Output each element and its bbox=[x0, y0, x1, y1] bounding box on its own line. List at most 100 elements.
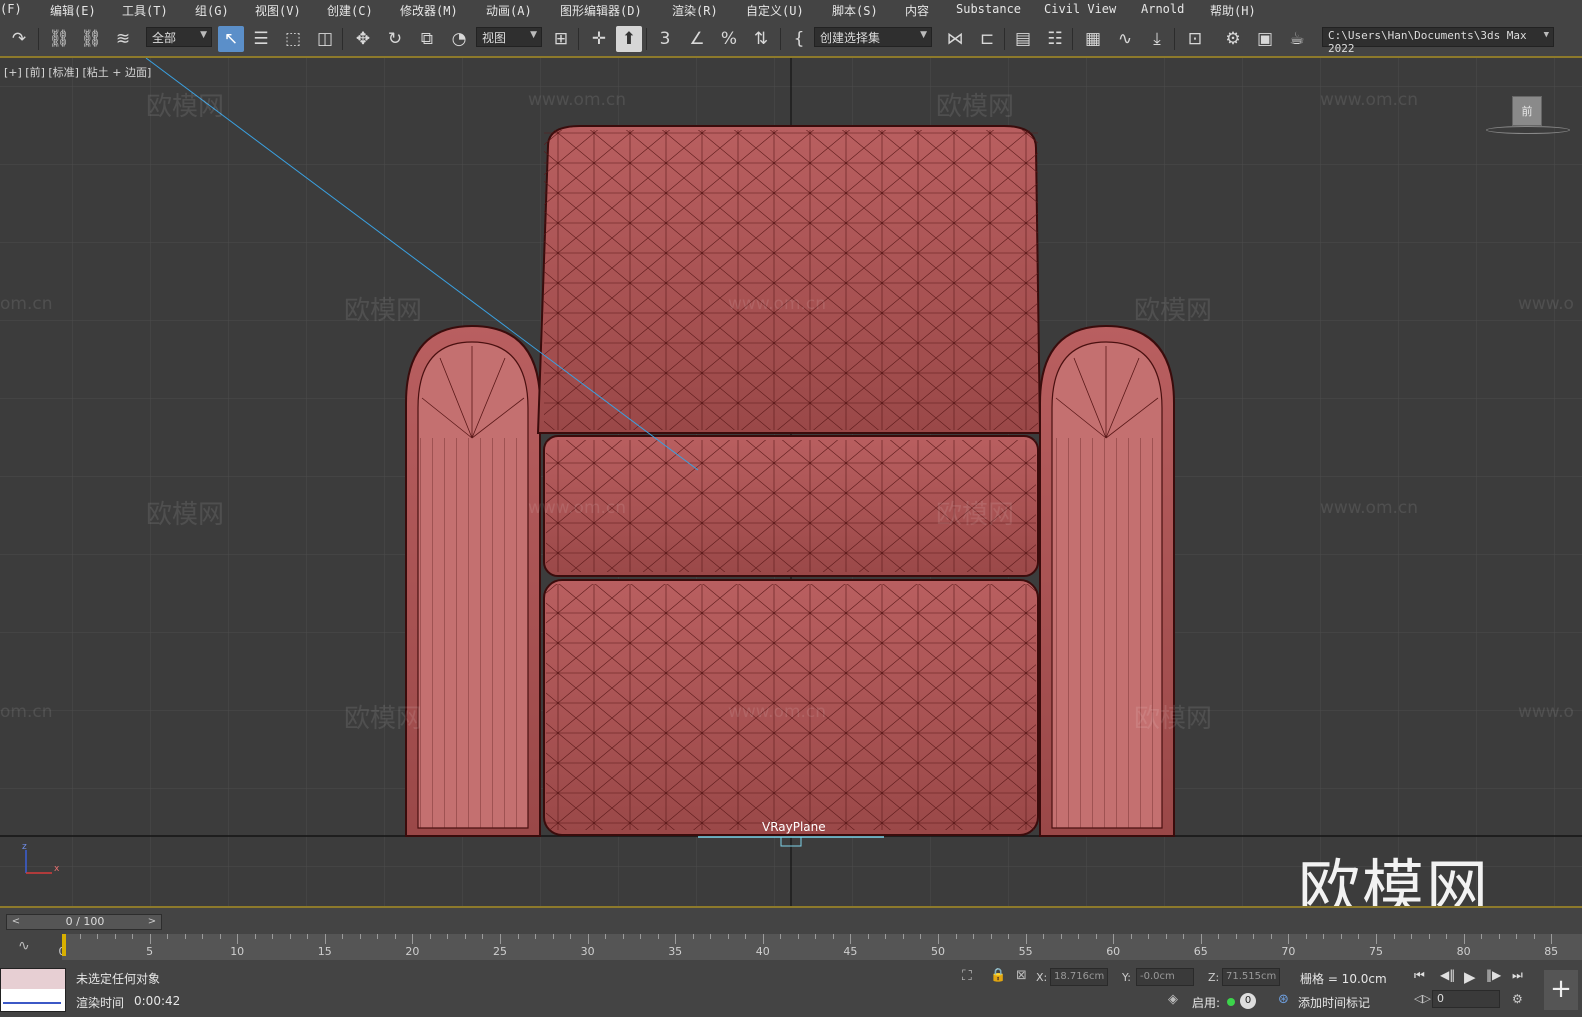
front-viewport[interactable]: [+] [前] [标准] [粘土 + 边面] z x 欧模网 www.om.cn… bbox=[0, 58, 1582, 906]
y-coord-field[interactable]: -0.0cm bbox=[1136, 968, 1194, 986]
rendered-frame-window-icon[interactable]: ▣ bbox=[1252, 26, 1278, 52]
lock-selection-icon[interactable]: 🔒 bbox=[990, 968, 1006, 983]
toggle-ribbon-icon[interactable]: ▦ bbox=[1080, 26, 1106, 52]
pivot-center-icon[interactable]: ⊞ bbox=[548, 26, 574, 52]
key-mode-icon[interactable]: ◁▷ bbox=[1414, 992, 1431, 1005]
scene-explorer-icon[interactable]: ▤ bbox=[1010, 26, 1036, 52]
menu-animation[interactable]: 动画(A) bbox=[486, 2, 532, 19]
edit-named-selection-icon[interactable]: { bbox=[786, 26, 812, 52]
angle-snap-icon[interactable]: ∠ bbox=[684, 26, 710, 52]
rectangular-selection-icon[interactable]: ⬚ bbox=[280, 26, 306, 52]
schematic-view-icon[interactable]: ⤓ bbox=[1144, 26, 1170, 52]
snap-3d-icon[interactable]: 3 bbox=[652, 26, 678, 52]
link-icon[interactable]: ⛓ bbox=[46, 26, 72, 52]
timeline-tick bbox=[1078, 934, 1080, 939]
render-setup-icon[interactable]: ⚙ bbox=[1220, 26, 1246, 52]
time-playhead[interactable] bbox=[62, 934, 66, 956]
window-crossing-icon[interactable]: ◫ bbox=[312, 26, 338, 52]
scale-icon[interactable]: ⧉ bbox=[414, 26, 440, 52]
timeline-tick-label: 60 bbox=[1106, 945, 1121, 958]
go-to-start-icon[interactable]: ⏮ bbox=[1414, 968, 1425, 983]
placement-icon[interactable]: ◔ bbox=[446, 26, 472, 52]
menu-civil-view[interactable]: Civil View bbox=[1044, 2, 1116, 16]
sofa-backrest bbox=[536, 125, 1042, 434]
x-coord-field[interactable]: 18.716cm bbox=[1050, 968, 1108, 986]
mirror-icon[interactable]: ⋈ bbox=[942, 26, 968, 52]
menu-content[interactable]: 内容 bbox=[905, 2, 929, 19]
named-selection-dropdown[interactable]: 创建选择集 ▼ bbox=[814, 27, 932, 47]
current-frame-field[interactable]: 0 bbox=[1432, 990, 1500, 1008]
menu-scripting[interactable]: 脚本(S) bbox=[832, 2, 878, 19]
menu-graph-editors[interactable]: 图形编辑器(D) bbox=[560, 2, 642, 19]
next-frame-icon[interactable]: ‖▶ bbox=[1486, 968, 1501, 982]
select-object-icon[interactable]: ↖ bbox=[218, 26, 244, 52]
watermark: 欧模网 bbox=[344, 704, 423, 734]
selection-filter-dropdown[interactable]: 全部 ▼ bbox=[146, 27, 212, 47]
adaptive-degradation-icon[interactable]: ◈ bbox=[1168, 992, 1178, 1007]
x-coord-label: X: bbox=[1036, 971, 1048, 984]
next-frame-button[interactable]: > bbox=[145, 915, 159, 929]
timeline-tick bbox=[307, 934, 309, 939]
time-tag-icon[interactable]: ⊛ bbox=[1278, 992, 1289, 1007]
mini-curve-editor-icon[interactable]: ∿ bbox=[18, 938, 30, 954]
track-bar[interactable]: 0510152025303540455055606570758085 bbox=[59, 934, 1582, 960]
maxscript-mini-listener[interactable] bbox=[0, 968, 66, 1012]
timeline-tick bbox=[97, 934, 99, 939]
menu-customize[interactable]: 自定义(U) bbox=[746, 2, 804, 19]
time-configuration-icon[interactable]: ⚙ bbox=[1512, 992, 1523, 1006]
z-coord-field[interactable]: 71.515cm bbox=[1222, 968, 1280, 986]
menu-create[interactable]: 创建(C) bbox=[327, 2, 373, 19]
go-to-end-icon[interactable]: ⏭ bbox=[1512, 968, 1523, 983]
reference-coord-dropdown[interactable]: 视图 ▼ bbox=[476, 27, 542, 47]
timeline-tick bbox=[149, 934, 151, 944]
add-viewport-button[interactable]: + bbox=[1544, 970, 1578, 1010]
move-icon[interactable]: ✥ bbox=[350, 26, 376, 52]
keyboard-shortcut-toggle-icon[interactable]: ⬆ bbox=[616, 26, 642, 52]
menu-substance[interactable]: Substance bbox=[956, 2, 1021, 16]
enable-label: 启用: bbox=[1192, 996, 1221, 1010]
spinner-snap-icon[interactable]: ⇅ bbox=[748, 26, 774, 52]
menu-modifiers[interactable]: 修改器(M) bbox=[400, 2, 458, 19]
menu-tools[interactable]: 工具(T) bbox=[122, 2, 168, 19]
viewcube-compass-ring[interactable] bbox=[1486, 126, 1570, 134]
timeline-tick bbox=[1253, 934, 1255, 939]
menu-edit[interactable]: 编辑(E) bbox=[50, 2, 96, 19]
add-time-tag-button[interactable]: 添加时间标记 bbox=[1298, 994, 1370, 1011]
align-icon[interactable]: ⊏ bbox=[974, 26, 1000, 52]
timeline-tick bbox=[1340, 934, 1342, 939]
unlink-icon[interactable]: ⛓ bbox=[78, 26, 104, 52]
timeline-tick bbox=[114, 934, 116, 939]
viewport-label[interactable]: [+] [前] [标准] [粘土 + 边面] bbox=[4, 64, 151, 80]
material-editor-icon[interactable]: ⊡ bbox=[1182, 26, 1208, 52]
redo-icon[interactable]: ↷ bbox=[6, 26, 32, 52]
menu-file[interactable]: (F) bbox=[0, 2, 22, 16]
menu-group[interactable]: 组(G) bbox=[195, 2, 229, 19]
brand-watermark: 欧模网 bbox=[1298, 852, 1491, 906]
play-icon[interactable]: ▶ bbox=[1464, 968, 1476, 986]
select-by-name-icon[interactable]: ☰ bbox=[248, 26, 274, 52]
bind-space-warp-icon[interactable]: ≋ bbox=[110, 26, 136, 52]
percent-snap-icon[interactable]: % bbox=[716, 26, 742, 52]
listener-input-area bbox=[1, 969, 65, 989]
time-slider[interactable]: < 0 / 100 > bbox=[6, 914, 162, 930]
project-path-dropdown[interactable]: C:\Users\Han\Documents\3ds Max 2022 ▼ bbox=[1322, 27, 1554, 55]
timeline-tick bbox=[1323, 934, 1325, 939]
menu-arnold[interactable]: Arnold bbox=[1141, 2, 1184, 16]
render-production-icon[interactable]: ☕ bbox=[1284, 26, 1310, 52]
curve-editor-icon[interactable]: ∿ bbox=[1112, 26, 1138, 52]
timeline-tick-label: 85 bbox=[1544, 945, 1559, 958]
rotate-icon[interactable]: ↻ bbox=[382, 26, 408, 52]
select-manipulate-icon[interactable]: ✛ bbox=[586, 26, 612, 52]
absolute-mode-icon[interactable]: ⊠ bbox=[1016, 968, 1027, 983]
viewcube[interactable]: 前 bbox=[1512, 96, 1542, 126]
isolate-selection-icon[interactable]: ⛶ bbox=[962, 968, 972, 984]
previous-frame-icon[interactable]: ◀‖ bbox=[1440, 968, 1455, 982]
timeline-tick-label: 50 bbox=[931, 945, 945, 958]
timeline-tick bbox=[762, 934, 764, 944]
menu-help[interactable]: 帮助(H) bbox=[1210, 2, 1256, 19]
layer-explorer-icon[interactable]: ☷ bbox=[1042, 26, 1068, 52]
menu-rendering[interactable]: 渲染(R) bbox=[672, 2, 718, 19]
menu-views[interactable]: 视图(V) bbox=[255, 2, 301, 19]
prev-frame-button[interactable]: < bbox=[9, 915, 23, 929]
watermark: 欧模网 bbox=[1134, 296, 1213, 326]
